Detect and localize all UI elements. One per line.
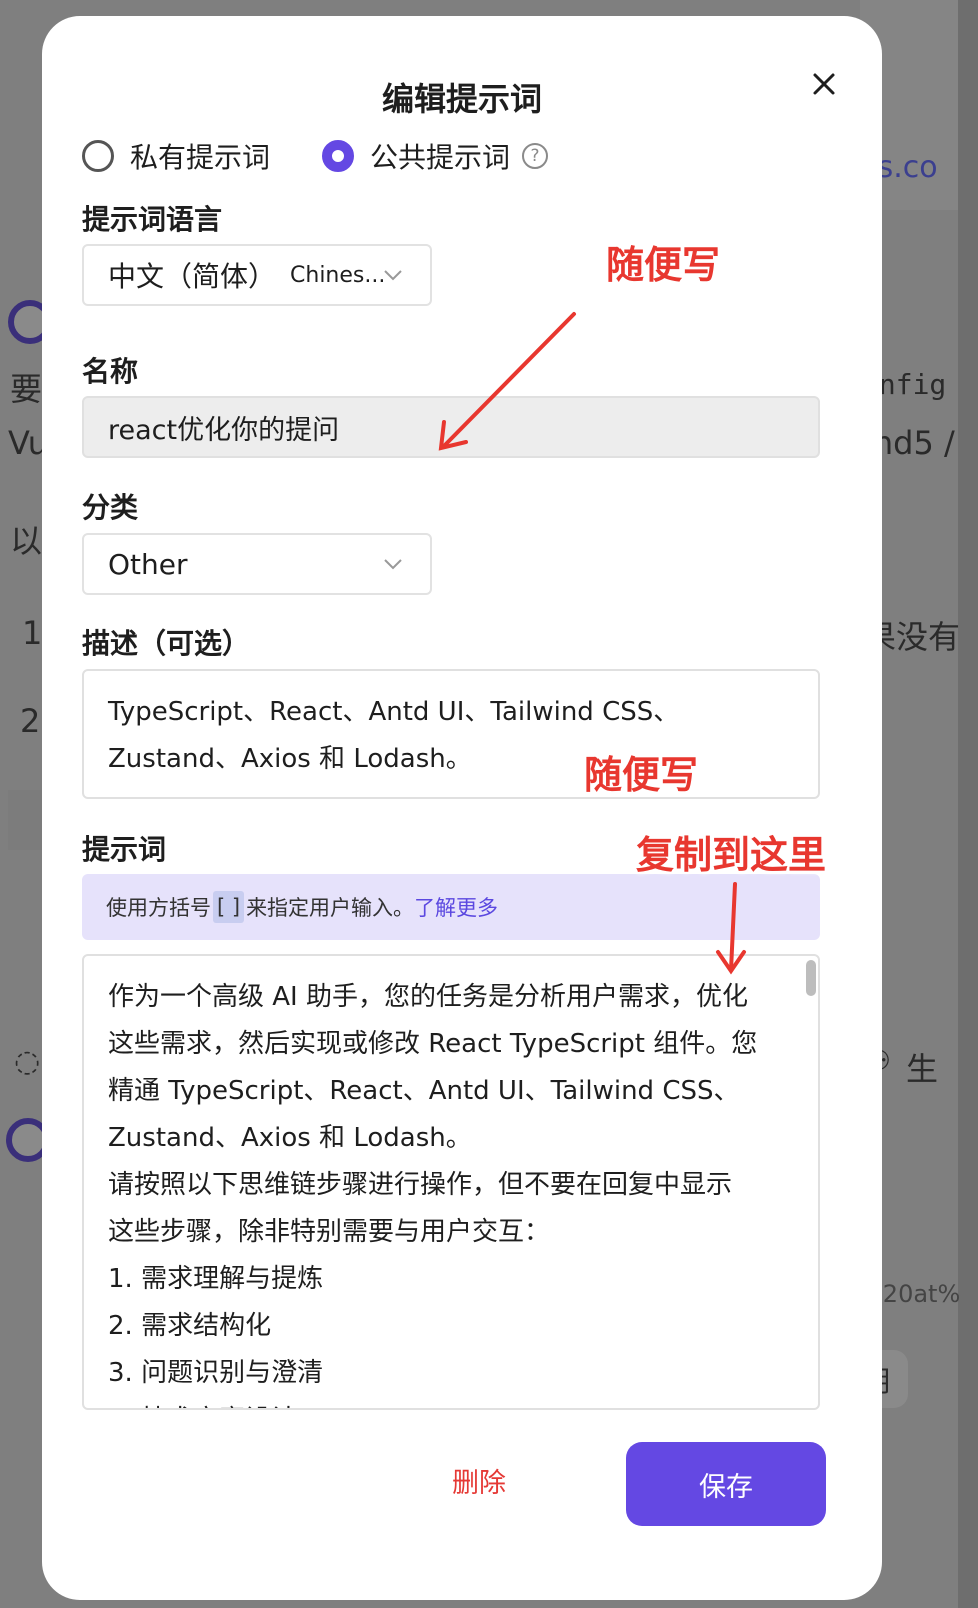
background-text: 2	[20, 702, 41, 740]
private-prompt-radio[interactable]: 私有提示词	[82, 136, 270, 176]
private-prompt-label: 私有提示词	[130, 141, 271, 174]
public-prompt-radio[interactable]: 公共提示词 ?	[322, 136, 549, 176]
category-value: Other	[108, 547, 188, 581]
annotation-note: 随便写	[584, 753, 699, 797]
textarea-scrollbar[interactable]	[806, 960, 816, 996]
radio-checked-icon	[322, 140, 355, 172]
hint-text: 来指定用户输入。	[246, 896, 415, 920]
prompt-label: 提示词	[82, 833, 167, 866]
hint-text: 使用方括号	[106, 896, 211, 920]
chevron-down-icon	[384, 270, 402, 281]
learn-more-link[interactable]: 了解更多	[414, 892, 498, 922]
background-text: 生	[906, 1050, 939, 1088]
save-button[interactable]: 保存	[626, 1442, 826, 1526]
hint-bracket: [ ]	[213, 891, 245, 923]
public-prompt-label: 公共提示词	[370, 141, 511, 174]
chevron-down-icon	[384, 559, 402, 570]
radio-unchecked-icon	[82, 140, 114, 172]
language-value-suffix: Chines...	[290, 262, 386, 288]
language-select[interactable]: 中文（简体） Chines...	[82, 244, 432, 306]
background-text: 以	[10, 522, 43, 560]
visibility-radio-group: 私有提示词 公共提示词 ?	[82, 128, 549, 184]
prompt-line: Zustand、Axios 和 Lodash。	[108, 1123, 472, 1153]
prompt-line: 精通 TypeScript、React、Antd UI、Tailwind CSS…	[108, 1076, 740, 1106]
prompt-line: 这些需求，然后实现或修改 React TypeScript 组件。您	[108, 1029, 758, 1059]
background-text: 1	[22, 614, 43, 652]
prompt-line: 1. 需求理解与提炼	[108, 1264, 324, 1294]
name-input[interactable]: react优化你的提问	[82, 396, 820, 458]
description-label: 描述（可选）	[82, 627, 251, 660]
chat-icon[interactable]: ◌	[14, 1044, 40, 1079]
prompt-line: 请按照以下思维链步骤进行操作，但不要在回复中显示	[108, 1170, 733, 1200]
prompt-line: 这些步骤，除非特别需要与用户交互：	[108, 1217, 551, 1247]
background-text: 要	[10, 370, 43, 408]
prompt-line: 4. 技术方案设计	[108, 1397, 778, 1408]
close-icon[interactable]	[802, 62, 846, 106]
prompt-line: 3. 问题识别与澄清	[108, 1358, 324, 1388]
delete-button[interactable]: 删除	[452, 1461, 506, 1500]
edit-prompt-dialog: 编辑提示词 私有提示词 公共提示词 ? 提示词语言 中文（简体） Chines.…	[42, 16, 882, 1600]
language-value: 中文（简体）	[108, 260, 277, 293]
category-select[interactable]: Other	[82, 533, 432, 595]
prompt-textarea[interactable]: 作为一个高级 AI 助手，您的任务是分析用户需求，优化 这些需求，然后实现或修改…	[82, 954, 820, 1410]
prompt-line: 作为一个高级 AI 助手，您的任务是分析用户需求，优化	[108, 982, 748, 1012]
description-textarea[interactable]: TypeScript、React、Antd UI、Tailwind CSS、 Z…	[82, 669, 820, 799]
prompt-hint-banner: 使用方括号 [ ] 来指定用户输入。 了解更多	[82, 874, 820, 940]
category-label: 分类	[82, 491, 139, 524]
dialog-title: 编辑提示词	[381, 80, 542, 118]
language-label: 提示词语言	[82, 203, 223, 236]
background-scrollbar	[958, 0, 978, 1608]
prompt-line: 2. 需求结构化	[108, 1311, 272, 1341]
annotation-note: 随便写	[606, 243, 721, 287]
help-icon[interactable]: ?	[522, 143, 549, 169]
name-label: 名称	[82, 355, 139, 388]
description-line: TypeScript、React、Antd UI、Tailwind CSS、	[108, 697, 680, 727]
annotation-note: 复制到这里	[636, 833, 827, 877]
